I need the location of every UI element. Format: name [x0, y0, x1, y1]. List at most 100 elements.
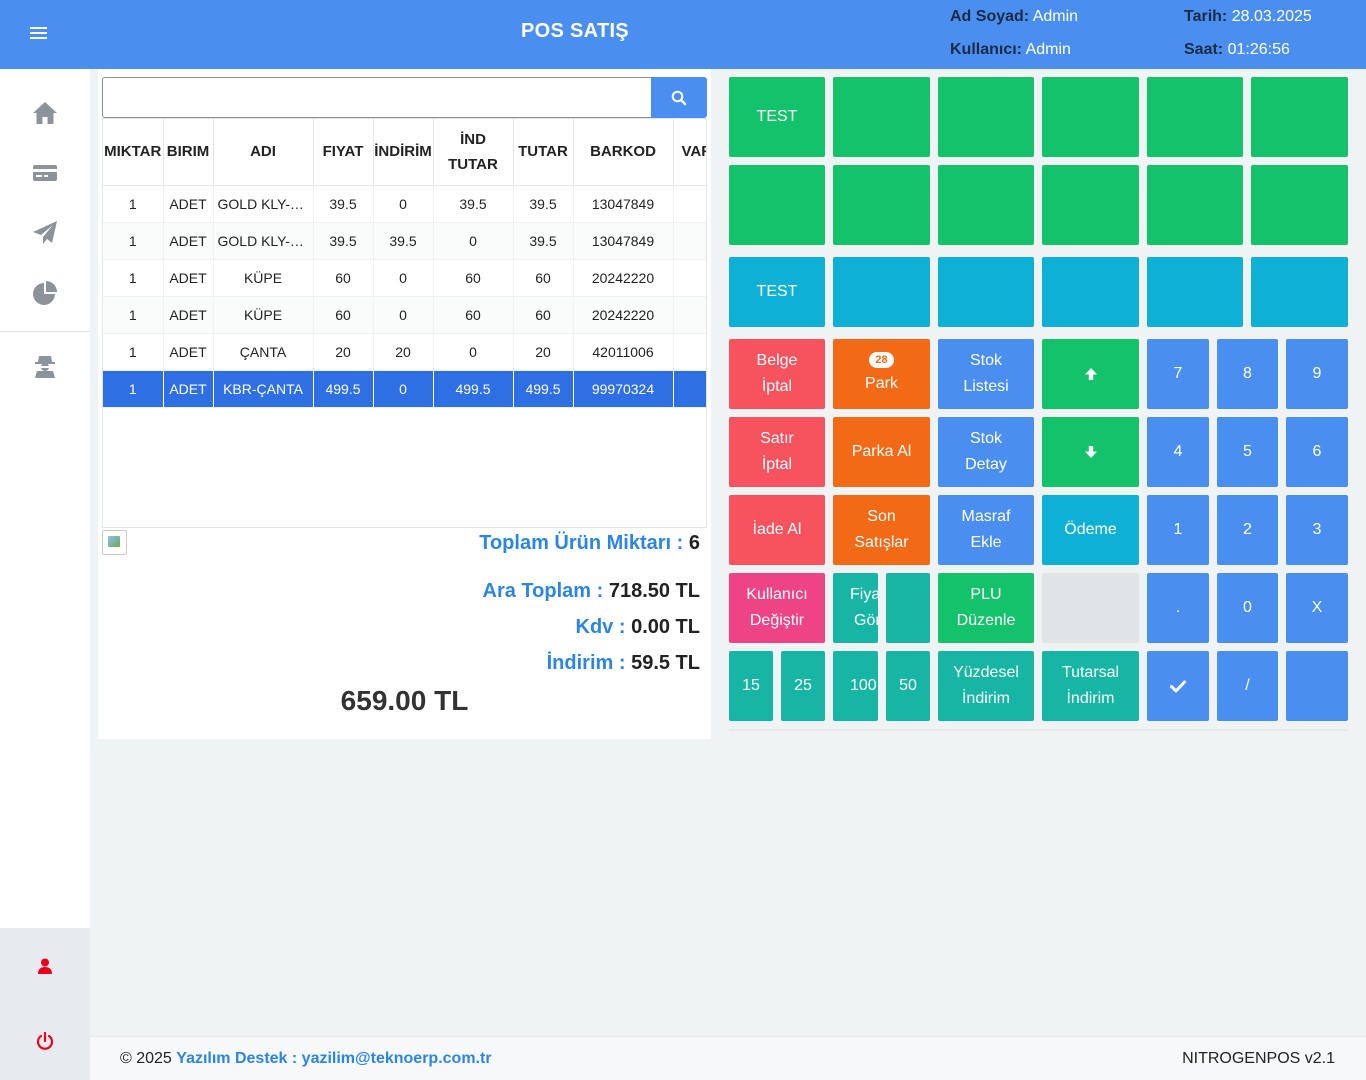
numpad-1[interactable]: 1 — [1147, 495, 1209, 565]
numpad-9[interactable]: 9 — [1286, 339, 1348, 409]
table-cell[interactable]: 0 — [373, 370, 434, 408]
quick-product-button[interactable] — [1042, 165, 1139, 245]
numpad-5[interactable]: 5 — [1217, 417, 1278, 487]
quick-category-button[interactable] — [1251, 257, 1348, 327]
quick-product-button[interactable] — [938, 77, 1034, 157]
cancel-document-button[interactable]: Belge İptal — [729, 339, 825, 409]
table-cell[interactable]: ÇANTA — [213, 333, 314, 371]
table-cell[interactable]: 13047849 — [573, 185, 674, 223]
percent-discount-button[interactable]: Yüzdesel İndirim — [938, 651, 1034, 721]
table-cell[interactable] — [673, 259, 706, 297]
table-cell[interactable]: 60 — [433, 259, 514, 297]
table-cell[interactable]: 39.5 — [513, 185, 574, 223]
numpad-blank[interactable] — [1286, 651, 1348, 721]
quick-product-button[interactable]: TEST — [729, 77, 825, 157]
table-cell[interactable]: 60 — [433, 296, 514, 334]
table-row[interactable]: 1 ADET GOLD KLY-2... 39.5 0 39.5 39.5 13047849 — [103, 185, 706, 223]
table-cell[interactable]: KÜPE — [213, 296, 314, 334]
table-cell[interactable]: 1 — [103, 222, 164, 260]
table-cell[interactable]: 0 — [433, 333, 514, 371]
numpad-dot[interactable]: . — [1147, 573, 1209, 643]
sidebar-item-send[interactable] — [0, 203, 90, 263]
move-up-button[interactable] — [1042, 339, 1139, 409]
quick-product-button[interactable] — [938, 165, 1034, 245]
preset-25-button[interactable]: 25 — [781, 651, 825, 721]
table-cell[interactable]: 20242220 — [573, 296, 674, 334]
table-cell[interactable]: ADET — [163, 222, 214, 260]
table-cell[interactable]: ADET — [163, 370, 214, 408]
column-header[interactable]: BIRIM — [163, 119, 214, 186]
quick-category-button[interactable] — [938, 257, 1034, 327]
preset-100-button[interactable]: 100 — [833, 651, 878, 721]
quick-product-button[interactable] — [1042, 77, 1139, 157]
quick-product-button[interactable] — [833, 77, 930, 157]
table-row[interactable]: 1 ADET KBR-ÇANTA 499.5 0 499.5 499.5 99970324 — [103, 370, 706, 408]
table-cell[interactable]: 1 — [103, 296, 164, 334]
table-cell[interactable]: 42011006 — [573, 333, 674, 371]
table-cell[interactable]: 0 — [373, 296, 434, 334]
price-check-button[interactable]: Fiyat Gör — [833, 573, 878, 643]
table-cell[interactable]: 499.5 — [513, 370, 574, 408]
table-cell[interactable]: 13047849 — [573, 222, 674, 260]
numpad-3[interactable]: 3 — [1286, 495, 1348, 565]
numpad-8[interactable]: 8 — [1217, 339, 1278, 409]
table-cell[interactable]: 1 — [103, 185, 164, 223]
quick-category-button[interactable] — [1042, 257, 1139, 327]
table-cell[interactable]: 39.5 — [313, 185, 374, 223]
cancel-line-button[interactable]: Satır İptal — [729, 417, 825, 487]
numpad-6[interactable]: 6 — [1286, 417, 1348, 487]
table-cell[interactable]: 39.5 — [433, 185, 514, 223]
table-cell[interactable]: 0 — [373, 259, 434, 297]
table-cell[interactable]: 39.5 — [373, 222, 434, 260]
table-cell[interactable] — [673, 222, 706, 260]
quick-product-button[interactable] — [1251, 77, 1348, 157]
table-cell[interactable]: GOLD KLY-2... — [213, 222, 314, 260]
move-down-button[interactable] — [1042, 417, 1139, 487]
quick-product-button[interactable] — [729, 165, 825, 245]
table-cell[interactable]: 60 — [513, 259, 574, 297]
last-sales-button[interactable]: Son Satışlar — [833, 495, 930, 565]
column-header[interactable]: VARYANT — [673, 119, 706, 186]
search-button[interactable] — [651, 77, 707, 118]
add-expense-button[interactable]: Masraf Ekle — [938, 495, 1034, 565]
support-link[interactable]: Yazılım Destek : yazilim@teknoerp.com.tr — [176, 1050, 491, 1067]
table-cell[interactable]: 20 — [513, 333, 574, 371]
sidebar-item-admin[interactable] — [0, 331, 90, 391]
table-cell[interactable]: 60 — [313, 259, 374, 297]
table-cell[interactable] — [673, 370, 706, 408]
table-cell[interactable]: 99970324 — [573, 370, 674, 408]
numpad-slash[interactable]: / — [1217, 651, 1278, 721]
quick-product-button[interactable] — [1251, 165, 1348, 245]
table-cell[interactable]: ADET — [163, 333, 214, 371]
column-header[interactable]: İNDİRİM — [373, 119, 434, 186]
column-header[interactable]: FIYAT — [313, 119, 374, 186]
column-header[interactable]: BARKOD — [573, 119, 674, 186]
table-cell[interactable]: ADET — [163, 259, 214, 297]
logout-button[interactable] — [0, 1021, 90, 1061]
quick-category-button[interactable] — [1147, 257, 1243, 327]
numpad-7[interactable]: 7 — [1147, 339, 1209, 409]
table-row[interactable]: 1 ADET KÜPE 60 0 60 60 20242220 — [103, 259, 706, 297]
column-header[interactable]: MIKTAR — [103, 119, 164, 186]
table-cell[interactable]: 20242220 — [573, 259, 674, 297]
quick-product-button[interactable] — [1147, 165, 1243, 245]
park-button[interactable]: 28 Park — [833, 339, 930, 409]
table-cell[interactable]: 20 — [313, 333, 374, 371]
column-header[interactable]: İND TUTAR — [433, 119, 514, 186]
change-user-button[interactable]: Kullanıcı Değiştir — [729, 573, 825, 643]
return-button[interactable]: İade Al — [729, 495, 825, 565]
numpad-0[interactable]: 0 — [1217, 573, 1278, 643]
table-cell[interactable]: KBR-ÇANTA — [213, 370, 314, 408]
table-row[interactable]: 1 ADET GOLD KLY-2... 39.5 39.5 0 39.5 13047849 — [103, 222, 706, 260]
table-cell[interactable]: ADET — [163, 185, 214, 223]
get-parked-button[interactable]: Parka Al — [833, 417, 930, 487]
table-cell[interactable]: 39.5 — [313, 222, 374, 260]
preset-50-button[interactable]: 50 — [886, 651, 930, 721]
numpad-2[interactable]: 2 — [1217, 495, 1278, 565]
stock-list-button[interactable]: Stok Listesi — [938, 339, 1034, 409]
sidebar-item-home[interactable] — [0, 83, 90, 143]
table-cell[interactable]: 499.5 — [433, 370, 514, 408]
table-row[interactable]: 1 ADET ÇANTA 20 20 0 20 42011006 — [103, 333, 706, 371]
sidebar-item-reports[interactable] — [0, 263, 90, 323]
amount-discount-button[interactable]: Tutarsal İndirim — [1042, 651, 1139, 721]
